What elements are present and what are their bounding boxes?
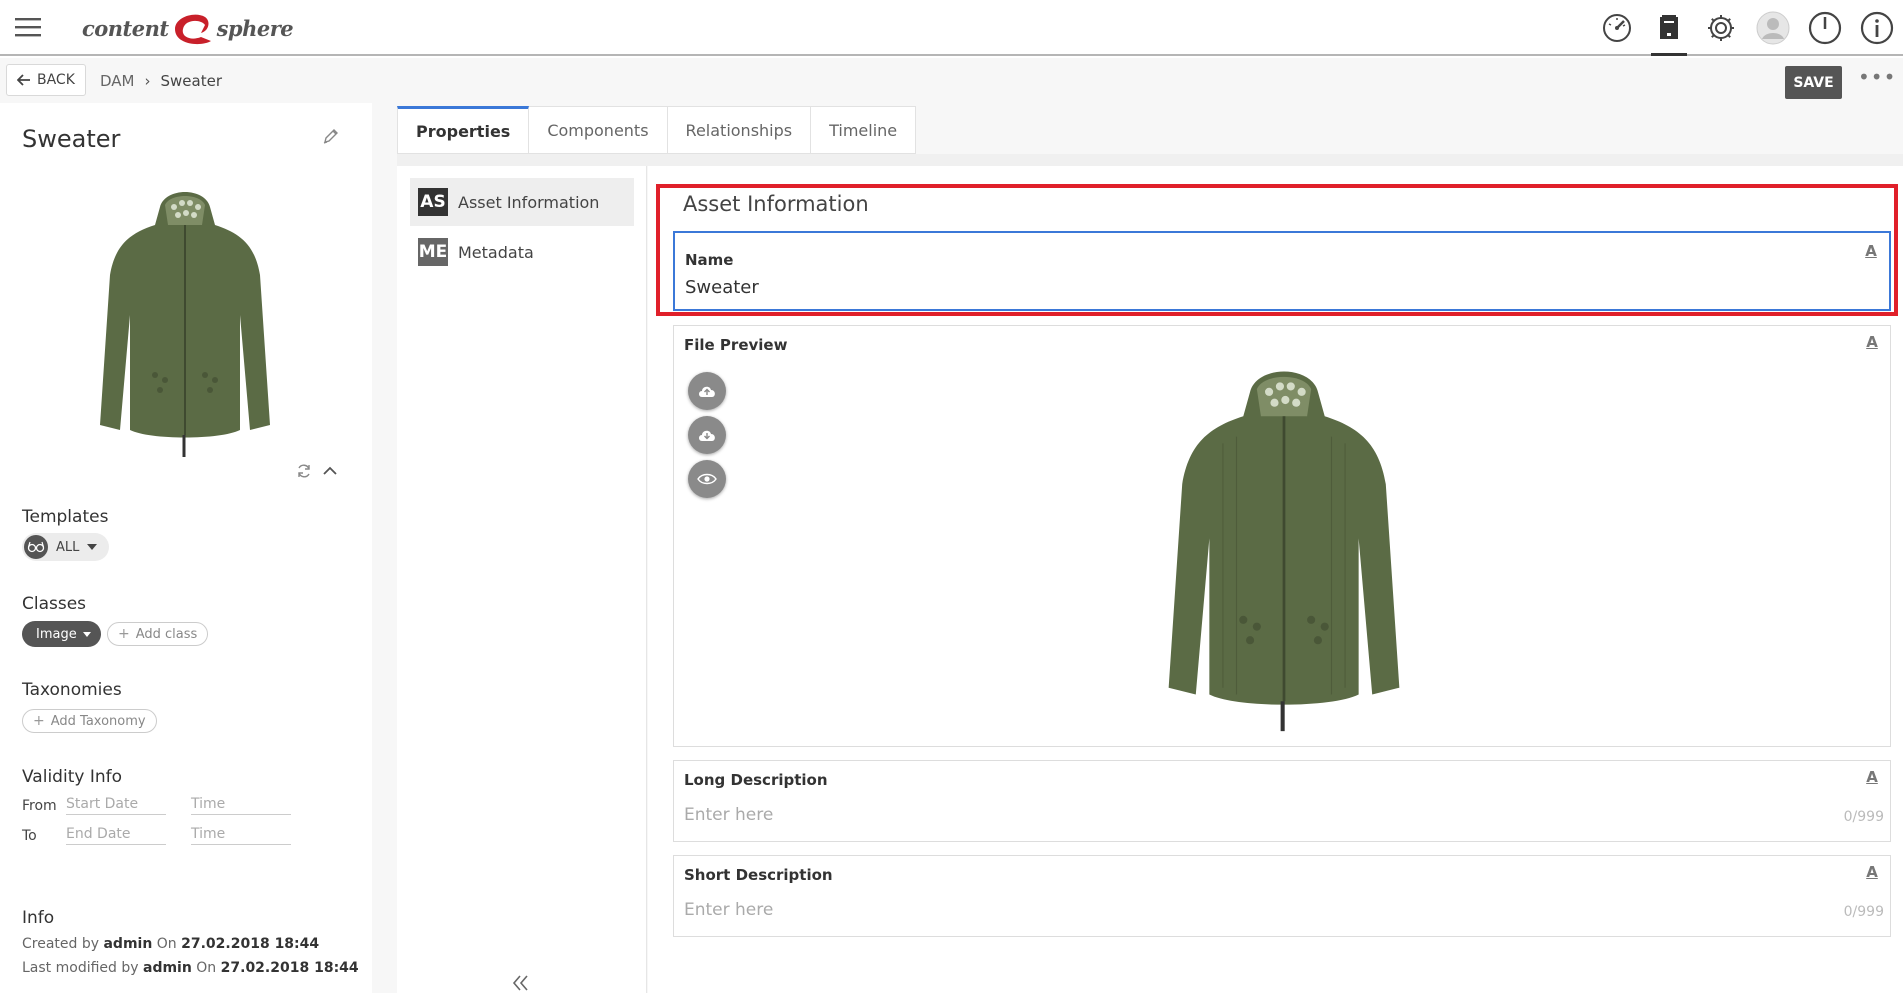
logo-text-right: sphere [216, 15, 294, 41]
highlight-box [656, 184, 1898, 316]
arrow-left-icon [17, 74, 30, 86]
chevron-up-icon[interactable] [322, 463, 338, 479]
class-chip-image[interactable]: Image [22, 621, 101, 647]
user-avatar-icon[interactable] [1747, 0, 1799, 56]
created-on-prefix: On [156, 936, 177, 952]
nav-item-asset-information[interactable]: AS Asset Information [410, 178, 634, 226]
start-time-input[interactable]: Time [191, 796, 291, 815]
nav-item-label: Asset Information [458, 192, 600, 212]
validity-to-row: To End Date Time [22, 826, 291, 845]
menu-icon[interactable] [12, 12, 46, 42]
save-button[interactable]: SAVE [1785, 66, 1842, 99]
refresh-icon[interactable] [296, 463, 312, 479]
end-time-input[interactable]: Time [191, 826, 291, 845]
validity-from-row: From Start Date Time [22, 796, 291, 815]
top-icon-bar [1591, 0, 1903, 56]
add-taxonomy-button[interactable]: + Add Taxonomy [22, 709, 157, 733]
info-icon[interactable] [1851, 0, 1903, 56]
text-type-icon: A [1866, 863, 1878, 881]
add-class-button[interactable]: + Add class [107, 622, 209, 646]
nav-badge: ME [418, 238, 448, 266]
glasses-icon [24, 535, 48, 559]
plus-icon: + [33, 713, 45, 729]
class-chip-label: Image [36, 626, 77, 642]
templates-value: ALL [56, 539, 80, 555]
templates-label: Templates [22, 507, 109, 527]
created-prefix: Created by [22, 936, 100, 952]
validity-info-label: Validity Info [22, 767, 122, 787]
back-label: BACK [37, 72, 75, 88]
short-description-label: Short Description [684, 866, 833, 884]
created-by: admin [103, 936, 153, 952]
templates-dropdown[interactable]: ALL [22, 533, 110, 561]
gear-icon[interactable] [1695, 0, 1747, 56]
file-preview-image [1154, 362, 1414, 742]
logo-mark-icon [171, 11, 215, 45]
long-description-counter: 0/999 [1843, 809, 1884, 825]
long-description-field: Long Description A Enter here 0/999 [673, 760, 1891, 842]
text-type-icon: A [1866, 333, 1878, 351]
tab-timeline[interactable]: Timeline [811, 106, 917, 154]
tab-components[interactable]: Components [529, 106, 668, 154]
end-date-input[interactable]: End Date [66, 826, 166, 845]
pencil-icon[interactable] [322, 127, 340, 145]
logo-text-left: content [82, 15, 169, 41]
upload-icon[interactable] [688, 372, 726, 410]
long-description-input[interactable]: Enter here [684, 805, 773, 825]
breadcrumb-item-current: Sweater [160, 71, 223, 90]
top-bar: content sphere [0, 0, 1903, 56]
breadcrumb: DAM › Sweater [100, 58, 222, 103]
add-taxonomy-label: Add Taxonomy [50, 713, 146, 729]
breadcrumb-item-dam[interactable]: DAM [100, 72, 135, 90]
long-description-label: Long Description [684, 771, 828, 789]
nav-badge: AS [418, 188, 448, 216]
created-info: Created by admin On 27.02.2018 18:44 [22, 936, 319, 952]
eye-icon[interactable] [688, 460, 726, 498]
tab-bar: Properties Components Relationships Time… [397, 106, 917, 154]
thumbnail-actions [296, 463, 338, 479]
modified-prefix: Last modified by [22, 960, 139, 976]
modified-on: 27.02.2018 18:44 [220, 960, 359, 976]
power-icon[interactable] [1799, 0, 1851, 56]
chevron-right-icon: › [144, 71, 151, 90]
tab-relationships[interactable]: Relationships [667, 106, 812, 154]
from-label: From [22, 797, 57, 814]
text-type-icon: A [1866, 768, 1878, 786]
double-chevron-left-icon[interactable] [510, 974, 532, 992]
created-on: 27.02.2018 18:44 [181, 936, 320, 952]
section-nav: AS Asset Information ME Metadata [397, 166, 647, 993]
asset-title: Sweater [22, 125, 121, 153]
short-description-counter: 0/999 [1843, 904, 1884, 920]
caret-down-icon [87, 544, 98, 550]
app-logo[interactable]: content sphere [82, 8, 294, 48]
dashboard-icon[interactable] [1591, 0, 1643, 56]
taxonomies-label: Taxonomies [22, 680, 122, 700]
classes-label: Classes [22, 594, 87, 614]
file-preview-label: File Preview [684, 336, 788, 354]
short-description-field: Short Description A Enter here 0/999 [673, 855, 1891, 937]
content-divider [397, 154, 1903, 166]
asset-sidebar: Sweater Templates ALL Classes Image + Ad… [0, 103, 372, 993]
caret-down-icon [82, 631, 91, 637]
file-preview-field: File Preview A [673, 325, 1891, 747]
back-button[interactable]: BACK [6, 64, 86, 96]
tab-properties[interactable]: Properties [397, 106, 530, 154]
download-icon[interactable] [688, 416, 726, 454]
plus-icon: + [118, 626, 130, 642]
start-date-input[interactable]: Start Date [66, 796, 166, 815]
breadcrumb-bar: BACK DAM › Sweater SAVE ••• [0, 58, 1903, 103]
nav-item-metadata[interactable]: ME Metadata [410, 228, 634, 276]
modified-by: admin [143, 960, 192, 976]
archive-icon[interactable] [1643, 0, 1695, 56]
add-class-label: Add class [135, 626, 198, 642]
to-label: To [22, 827, 37, 844]
more-options-icon[interactable]: ••• [1858, 67, 1895, 94]
info-label: Info [22, 908, 55, 928]
asset-thumbnail [90, 185, 280, 465]
short-description-input[interactable]: Enter here [684, 900, 773, 920]
modified-on-prefix: On [196, 960, 217, 976]
nav-item-label: Metadata [458, 242, 534, 262]
modified-info: Last modified by admin On 27.02.2018 18:… [22, 960, 359, 976]
